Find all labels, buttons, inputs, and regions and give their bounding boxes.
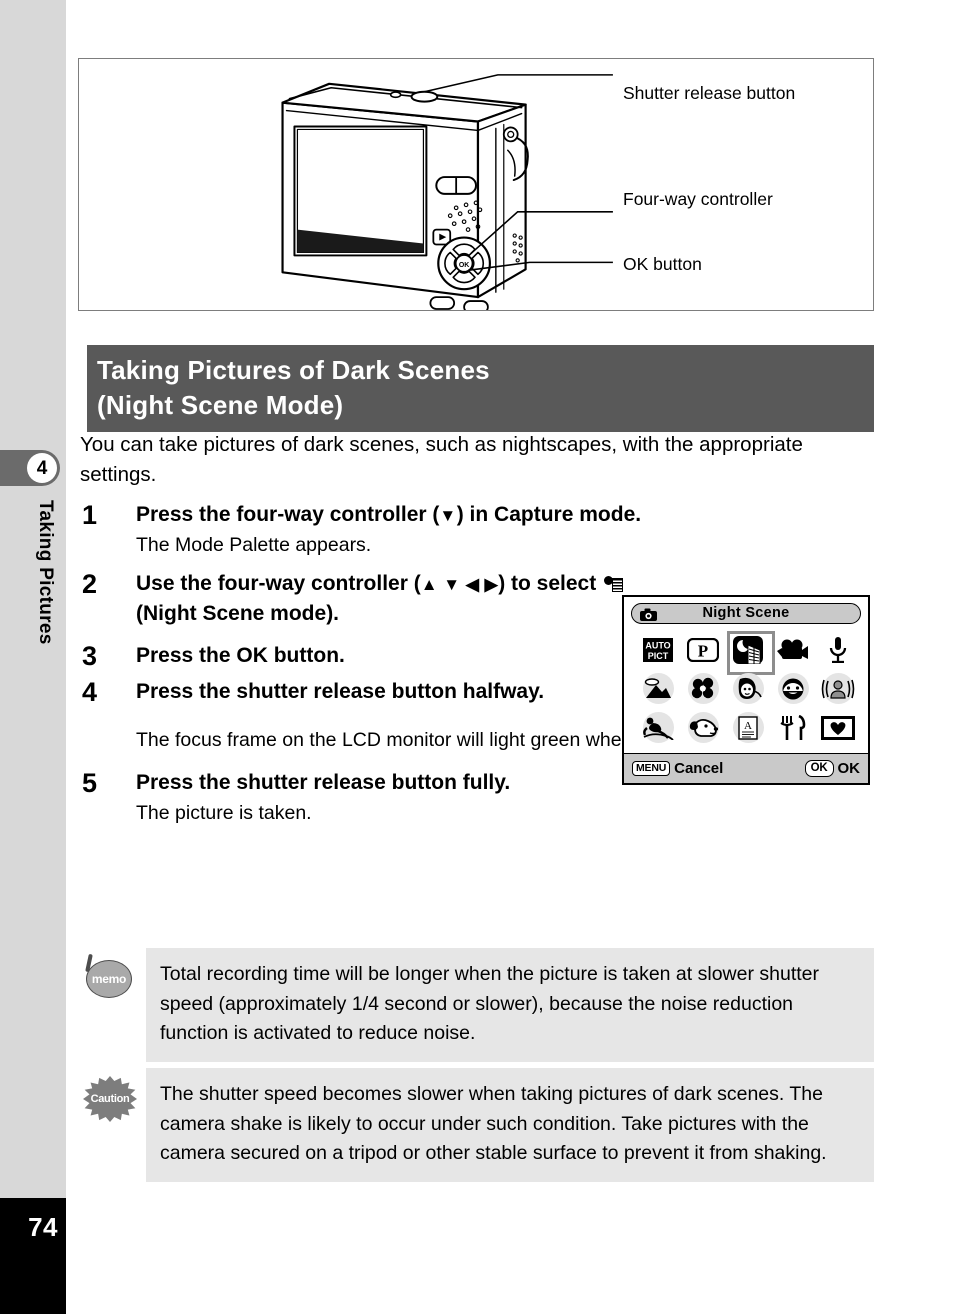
memo-note-text: Total recording time will be longer when…	[160, 963, 819, 1045]
page-number: 74	[28, 1212, 58, 1242]
manual-page: 4 Taking Pictures 74 OK Shutter release …	[0, 0, 954, 1314]
landscape-icon	[644, 677, 671, 698]
step-title-text-mid: ) to select	[498, 572, 597, 596]
mode-palette-footer: MENU Cancel OK OK	[624, 753, 868, 783]
microphone-icon	[829, 636, 847, 663]
mode-night-scene[interactable]	[727, 630, 775, 675]
step-number: 3	[82, 640, 98, 671]
night-scene-icon	[733, 635, 763, 664]
step-number: 1	[82, 500, 98, 530]
menu-action-label: Cancel	[674, 760, 724, 777]
section-title-line1: Taking Pictures of Dark Scenes	[97, 355, 490, 385]
mode-palette-row	[632, 669, 864, 708]
ok-key-badge[interactable]: OK	[804, 760, 834, 777]
memo-badge-label: memo	[91, 972, 127, 986]
kids-face-icon	[782, 678, 804, 699]
flower-icon	[691, 677, 714, 698]
step-title: Press the OK button.	[136, 643, 345, 667]
self-portrait-icon	[821, 679, 855, 699]
mode-voice-recording[interactable]	[818, 632, 858, 668]
portrait-woman-icon	[738, 677, 762, 699]
step-description: The picture is taken.	[136, 802, 312, 825]
step-number: 4	[82, 676, 98, 707]
step-title-text-tail: ) in Capture mode.	[456, 503, 642, 526]
chapter-sidebar: 4 Taking Pictures	[0, 0, 66, 1198]
mode-movie[interactable]	[773, 632, 813, 668]
caution-icon: Caution	[83, 1076, 137, 1122]
caution-badge: Caution	[78, 1072, 140, 1122]
mode-food[interactable]	[773, 710, 813, 746]
mode-kids[interactable]	[773, 671, 813, 707]
surf-and-snow-icon	[643, 717, 674, 740]
step-title: Press the shutter release button halfway…	[136, 679, 545, 703]
food-icon	[780, 714, 806, 740]
mode-palette-grid: AUTO PICT P A	[632, 630, 864, 748]
mode-auto-picture[interactable]: AUTO PICT	[638, 632, 678, 668]
program-mode-icon: P	[687, 637, 719, 662]
step-title: Use the four-way controller (▲ ▼ ◀ ▶) to…	[136, 569, 626, 629]
section-title-line2: (Night Scene Mode)	[97, 389, 344, 420]
dog-icon	[689, 718, 718, 737]
chapter-tab: 4	[0, 450, 60, 486]
mode-pet[interactable]	[683, 710, 723, 746]
memo-badge: memo	[78, 952, 140, 1002]
movie-camera-icon	[777, 639, 808, 659]
caution-note-text: The shutter speed becomes slower when ta…	[160, 1083, 827, 1165]
section-intro-paragraph: You can take pictures of dark scenes, su…	[80, 433, 803, 487]
caution-badge-label: Caution	[90, 1093, 130, 1105]
mode-palette-title-bar: Night Scene	[631, 603, 861, 624]
down-arrow-icon: ▼	[439, 506, 457, 525]
night-scene-icon	[604, 575, 624, 593]
memo-icon: memo	[86, 960, 132, 998]
mode-self-portrait[interactable]	[818, 671, 858, 707]
ok-action-label: OK	[837, 760, 861, 777]
svg-text:PICT: PICT	[648, 651, 669, 661]
callout-four-way-controller: Four-way controller	[623, 189, 773, 209]
callout-ok-button: OK button	[623, 254, 702, 274]
mode-palette-row: A	[632, 708, 864, 747]
step-description: The Mode Palette appears.	[136, 533, 372, 556]
camera-icon	[640, 608, 657, 621]
text-document-icon: A	[738, 715, 758, 740]
mode-portrait[interactable]	[728, 671, 768, 707]
svg-text:OK: OK	[459, 262, 469, 269]
step-title-text: Press the four-way controller (	[136, 503, 440, 526]
svg-text:P: P	[698, 641, 708, 660]
mode-palette-row: AUTO PICT P	[632, 630, 864, 675]
svg-text:A: A	[744, 720, 752, 732]
camera-figure: OK Shutter release button Four-way contr…	[78, 58, 874, 311]
section-header: Taking Pictures of Dark Scenes (Night Sc…	[87, 345, 874, 433]
mode-frame-composite[interactable]	[818, 710, 858, 746]
mode-surf-and-snow[interactable]	[638, 710, 678, 746]
chapter-number-badge: 4	[27, 453, 57, 483]
mode-landscape[interactable]	[638, 671, 678, 707]
step-number: 5	[82, 768, 98, 799]
mode-text[interactable]: A	[728, 710, 768, 746]
callout-shutter-release-button: Shutter release button	[623, 83, 796, 103]
svg-text:AUTO: AUTO	[645, 640, 670, 650]
mode-program[interactable]: P	[683, 632, 723, 668]
step-title: Press the four-way controller (▼) in Cap…	[136, 500, 878, 530]
step-title-text-tail: (Night Scene mode).	[136, 601, 340, 625]
frame-composite-heart-icon	[821, 715, 855, 740]
menu-key-badge[interactable]: MENU	[632, 761, 671, 776]
chapter-label: Taking Pictures	[35, 500, 56, 645]
page-number-block: 74	[0, 1198, 66, 1314]
step-item: 1 Press the four-way controller (▼) in C…	[78, 500, 878, 559]
auto-picture-icon: AUTO PICT	[643, 637, 673, 662]
caution-note: Caution The shutter speed becomes slower…	[83, 1068, 874, 1182]
page-content: OK Shutter release button Four-way contr…	[78, 0, 878, 1314]
four-way-arrows-icon: ▲ ▼ ◀ ▶	[420, 575, 499, 595]
memo-note: memo Total recording time will be longer…	[85, 948, 874, 1062]
mode-palette-title: Night Scene	[702, 605, 790, 622]
mode-flower[interactable]	[683, 671, 723, 707]
mode-palette-screen: Night Scene AUTO PICT P A MENU Cancel OK…	[622, 595, 870, 785]
step-title-text: Use the four-way controller (	[136, 572, 421, 596]
step-number: 2	[82, 569, 98, 600]
